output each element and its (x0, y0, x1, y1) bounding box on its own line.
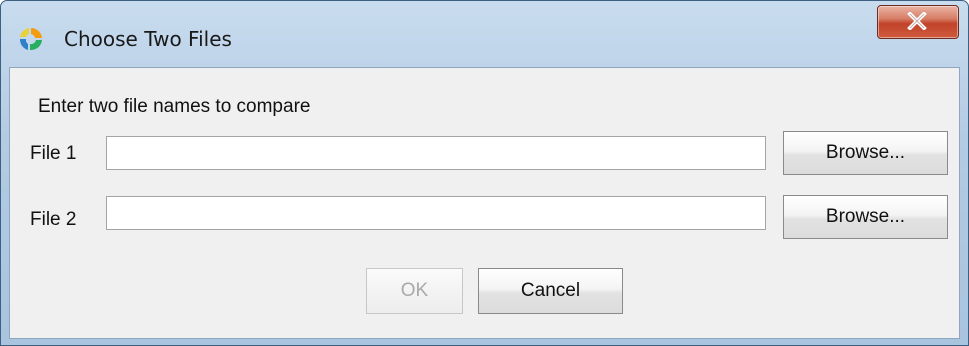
close-icon (907, 12, 927, 30)
dialog-content: Enter two file names to compare File 1 B… (9, 67, 960, 339)
window-title: Choose Two Files (64, 27, 232, 51)
file2-input[interactable] (106, 196, 766, 230)
title-bar[interactable]: Choose Two Files (1, 1, 968, 67)
app-logo-icon (18, 26, 44, 52)
file1-browse-button[interactable]: Browse... (783, 131, 948, 175)
close-button[interactable] (877, 5, 959, 39)
file2-browse-button[interactable]: Browse... (783, 195, 948, 239)
dialog-window: Choose Two Files Enter two file names to… (0, 0, 969, 346)
file2-label: File 2 (30, 209, 77, 230)
instruction-text: Enter two file names to compare (38, 96, 311, 117)
cancel-button[interactable]: Cancel (478, 268, 623, 314)
ok-button[interactable]: OK (366, 268, 463, 314)
file1-label: File 1 (30, 143, 77, 164)
file1-input[interactable] (106, 136, 766, 170)
